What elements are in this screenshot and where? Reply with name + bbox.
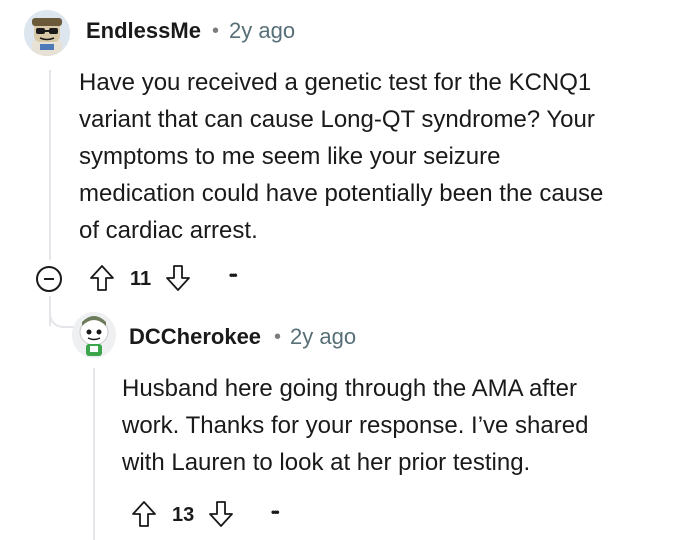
comment-body: Have you received a genetic test for the… bbox=[79, 64, 603, 249]
arrow-up-outline-icon bbox=[90, 265, 114, 291]
meta-separator: • bbox=[274, 326, 282, 348]
collapse-thread-button[interactable] bbox=[36, 266, 62, 292]
vote-score: 13 bbox=[172, 504, 195, 526]
reply-thread-line bbox=[93, 368, 95, 540]
comment-body-line: work. Thanks for your response. I’ve sha… bbox=[122, 412, 589, 439]
arrow-up-outline-icon bbox=[132, 501, 156, 527]
comment-body-line: medication could have potentially been t… bbox=[79, 180, 604, 207]
arrow-down-outline-icon bbox=[209, 501, 233, 527]
comment-body-line: with Lauren to look at her prior testing… bbox=[122, 449, 531, 476]
vote-score: 11 bbox=[130, 268, 152, 290]
comment-body-line: variant that can cause Long-QT syndrome?… bbox=[79, 106, 595, 133]
more-options-icon[interactable]: ••• bbox=[271, 505, 279, 519]
comment-timestamp[interactable]: 2y ago bbox=[229, 18, 295, 44]
comment-body-line: Have you received a genetic test for the… bbox=[79, 69, 592, 96]
comment-body-line: Husband here going through the AMA after bbox=[122, 375, 577, 402]
snoo-avatar-icon bbox=[24, 10, 70, 56]
comment-author[interactable]: EndlessMe bbox=[86, 18, 201, 44]
upvote-button[interactable] bbox=[87, 263, 117, 293]
avatar[interactable] bbox=[72, 312, 116, 358]
comment-timestamp[interactable]: 2y ago bbox=[290, 324, 356, 350]
comment-author[interactable]: DCCherokee bbox=[129, 324, 261, 350]
reply-connector bbox=[49, 296, 75, 328]
snoo-avatar-icon bbox=[72, 312, 116, 358]
comment-body-line: symptoms to me seem like your seizure bbox=[79, 143, 501, 170]
upvote-button[interactable] bbox=[129, 499, 159, 529]
arrow-down-outline-icon bbox=[166, 265, 190, 291]
avatar[interactable] bbox=[24, 10, 70, 56]
more-options-icon[interactable]: ••• bbox=[229, 268, 237, 282]
downvote-button[interactable] bbox=[206, 499, 236, 529]
meta-separator: • bbox=[212, 20, 220, 42]
parent-thread-line bbox=[49, 70, 51, 260]
comment-body-line: of cardiac arrest. bbox=[79, 217, 258, 244]
comment-body: Husband here going through the AMA after… bbox=[122, 370, 588, 481]
downvote-button[interactable] bbox=[163, 263, 193, 293]
